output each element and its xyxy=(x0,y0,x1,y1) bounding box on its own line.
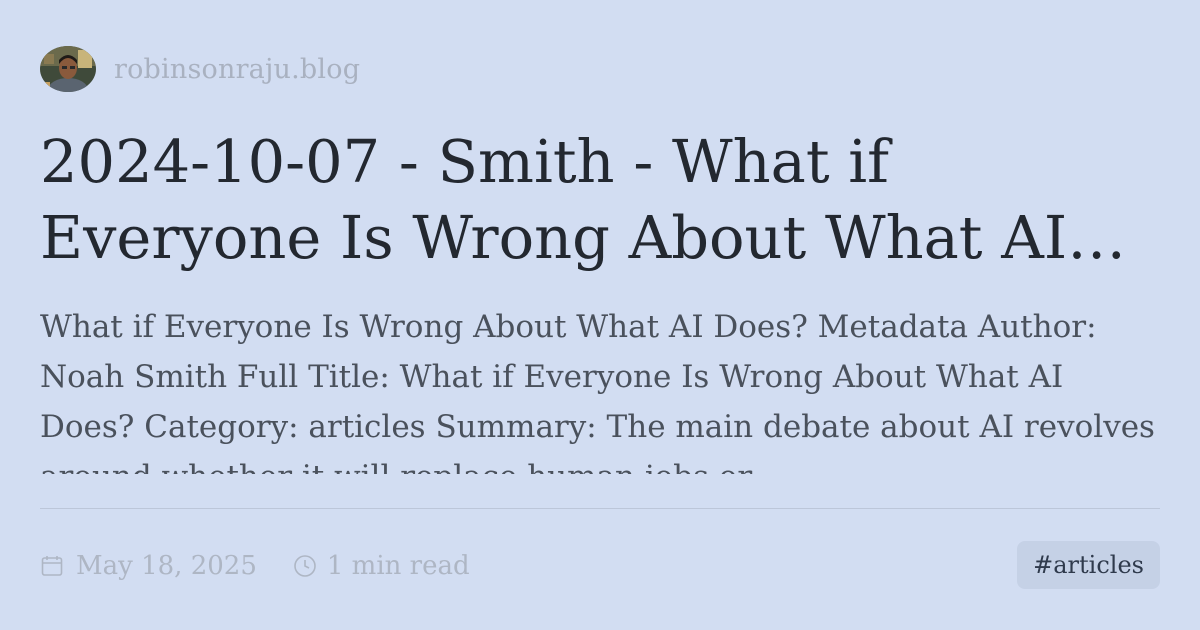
read-time-text: 1 min read xyxy=(326,551,470,581)
page-title: 2024-10-07 - Smith - What if Everyone Is… xyxy=(40,127,1068,272)
avatar[interactable] xyxy=(40,46,96,92)
clock-icon xyxy=(293,554,317,578)
site-header: robinsonraju.blog xyxy=(40,46,360,92)
post-description: What if Everyone Is Wrong About What AI … xyxy=(40,309,1155,474)
post-date: May 18, 2025 xyxy=(40,551,257,581)
calendar-icon xyxy=(40,554,64,578)
read-time: 1 min read xyxy=(293,551,470,581)
post-date-text: May 18, 2025 xyxy=(76,551,257,581)
divider xyxy=(40,508,1160,509)
post-meta: May 18, 2025 1 min read xyxy=(40,546,470,586)
tag-articles[interactable]: #articles xyxy=(1017,541,1160,589)
site-name[interactable]: robinsonraju.blog xyxy=(114,54,360,85)
